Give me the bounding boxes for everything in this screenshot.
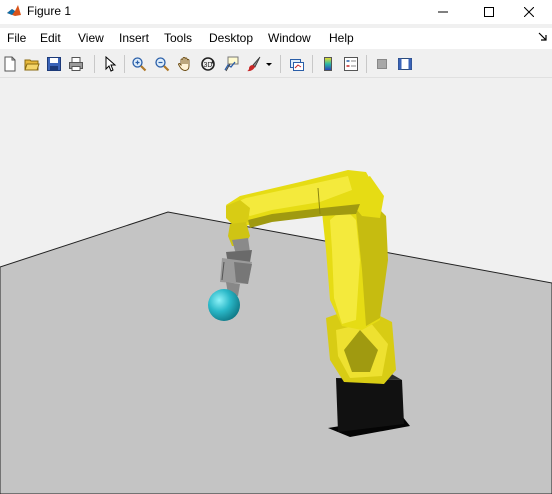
cyan-sphere bbox=[208, 289, 240, 321]
matlab-logo-icon bbox=[6, 3, 22, 19]
minimize-button[interactable] bbox=[420, 0, 466, 24]
menu-window[interactable]: Window bbox=[268, 31, 311, 45]
menu-view[interactable]: View bbox=[78, 31, 104, 45]
menu-tools[interactable]: Tools bbox=[164, 31, 192, 45]
brush-icon[interactable] bbox=[244, 54, 264, 74]
pointer-icon[interactable] bbox=[100, 54, 120, 74]
dock-figure-icon[interactable] bbox=[538, 31, 548, 45]
print-icon[interactable] bbox=[66, 54, 86, 74]
menu-insert[interactable]: Insert bbox=[119, 31, 149, 45]
show-plot-tools-icon[interactable] bbox=[395, 54, 415, 74]
toolbar-separator bbox=[94, 55, 95, 73]
maximize-icon bbox=[484, 7, 494, 17]
toolbar-separator bbox=[124, 55, 125, 73]
data-cursor-icon[interactable] bbox=[221, 54, 241, 74]
close-icon bbox=[524, 7, 534, 17]
zoom-in-icon[interactable] bbox=[129, 54, 149, 74]
menu-bar: File Edit View Insert Tools Desktop Wind… bbox=[0, 28, 552, 49]
window-title: Figure 1 bbox=[27, 4, 72, 18]
robot-scene bbox=[0, 170, 552, 494]
new-figure-icon[interactable] bbox=[0, 54, 20, 74]
brush-dropdown-icon[interactable] bbox=[263, 54, 275, 74]
open-file-icon[interactable] bbox=[22, 54, 42, 74]
toolbar-separator bbox=[280, 55, 281, 73]
toolbar-separator bbox=[366, 55, 367, 73]
colorbar-icon[interactable] bbox=[318, 54, 338, 74]
window-titlebar: Figure 1 bbox=[0, 0, 552, 24]
link-plot-icon[interactable] bbox=[287, 54, 307, 74]
zoom-out-icon[interactable] bbox=[152, 54, 172, 74]
menu-help[interactable]: Help bbox=[329, 31, 354, 45]
svg-text:3D: 3D bbox=[204, 62, 213, 69]
menu-edit[interactable]: Edit bbox=[40, 31, 61, 45]
minimize-icon bbox=[438, 11, 448, 13]
figure-canvas[interactable] bbox=[0, 79, 552, 494]
pan-hand-icon[interactable] bbox=[175, 54, 195, 74]
hide-plot-tools-icon[interactable] bbox=[372, 54, 392, 74]
save-icon[interactable] bbox=[44, 54, 64, 74]
figure-toolbar: 3D bbox=[0, 51, 552, 78]
toolbar-separator bbox=[312, 55, 313, 73]
close-button[interactable] bbox=[506, 0, 552, 24]
menu-file[interactable]: File bbox=[7, 31, 26, 45]
rotate-3d-icon[interactable]: 3D bbox=[198, 54, 218, 74]
legend-icon[interactable] bbox=[341, 54, 361, 74]
menu-desktop[interactable]: Desktop bbox=[209, 31, 253, 45]
floor-plane bbox=[0, 211, 552, 494]
